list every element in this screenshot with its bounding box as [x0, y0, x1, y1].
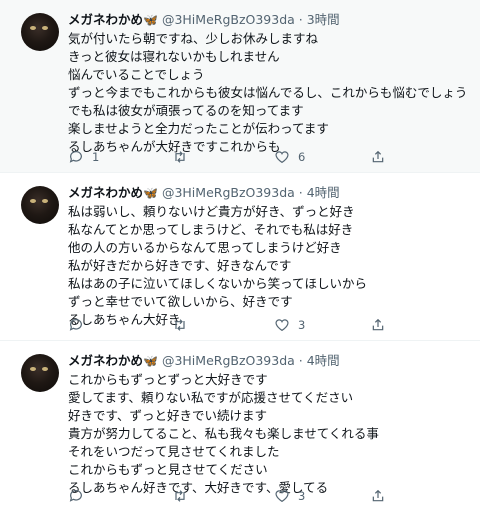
tweet-text-line: ずっと幸せでいて欲しいから、好きです: [68, 294, 293, 309]
tweet-text-line: 愛してます、頼りない私ですが応援させてください: [68, 390, 354, 405]
tweet-text-line: 私なんてとか思ってしまうけど、それでも私は好き: [68, 222, 354, 237]
display-name[interactable]: メガネわかめ: [68, 353, 143, 368]
reply-button[interactable]: [68, 487, 92, 505]
like-count: 6: [298, 150, 306, 164]
tweet-text: 気が付いたら朝ですね、少しお休みしますね きっと彼女は寝れないかもしれません 悩んで…: [68, 30, 467, 156]
separator-dot: ·: [294, 12, 307, 27]
avatar[interactable]: [21, 186, 59, 224]
tweet-text-line: 気が付いたら朝ですね、少しお休みしますね: [68, 31, 319, 46]
tweet-text-line: きっと彼女は寝れないかもしれません: [68, 49, 280, 64]
tweet-text-line: 私はあの子に泣いてほしくないから笑ってほしいから: [68, 276, 368, 291]
butterfly-icon: 🦋: [143, 186, 158, 200]
reply-count: 1: [92, 150, 100, 164]
like-button[interactable]: 3: [274, 487, 305, 505]
tweet[interactable]: メガネわかめ🦋 @3HiMeRgBzO393da · 4時間 私は弱いし、頼りな…: [0, 173, 480, 341]
share-button[interactable]: [370, 487, 386, 505]
tweet-text-line: でも私は彼女が頑張ってるのを知ってます: [68, 103, 304, 118]
avatar[interactable]: [21, 13, 59, 51]
tweet-text-line: これからもずっと見させてください: [68, 462, 268, 477]
reply-button[interactable]: [68, 316, 92, 334]
tweet-header: メガネわかめ🦋 @3HiMeRgBzO393da · 4時間: [68, 185, 340, 201]
timestamp[interactable]: 3時間: [307, 12, 340, 27]
tweet-text-line: これからもずっとずっと大好きです: [68, 372, 268, 387]
tweet-text: 私は弱いし、頼りないけど貴方が好き、ずっと好き 私なんてとか思ってしまうけど、それ…: [68, 203, 367, 329]
tweet-text-line: 悩んでいることでしょう: [68, 67, 205, 82]
avatar[interactable]: [21, 354, 59, 392]
tweet[interactable]: メガネわかめ🦋 @3HiMeRgBzO393da · 4時間 これからもずっとず…: [0, 341, 480, 515]
share-icon: [372, 489, 384, 502]
tweet-text-line: 私が好きだから好きです、好きなんです: [68, 258, 292, 273]
timestamp[interactable]: 4時間: [307, 185, 340, 200]
tweet-actions: 3: [68, 487, 448, 505]
user-handle[interactable]: @3HiMeRgBzO393da: [162, 185, 295, 200]
heart-icon: [275, 490, 289, 503]
tweet-text-line: 好きです、ずっと好きでい続けます: [68, 408, 268, 423]
tweet-header: メガネわかめ🦋 @3HiMeRgBzO393da · 4時間: [68, 353, 340, 369]
tweet-header: メガネわかめ🦋 @3HiMeRgBzO393da · 3時間: [68, 12, 340, 28]
heart-icon: [275, 151, 289, 164]
like-button[interactable]: 6: [274, 148, 305, 166]
tweet-actions: 3: [68, 316, 448, 334]
share-icon: [372, 150, 384, 163]
tweet-text-line: ずっと今までもこれからも彼女は悩んでるし、これからも悩むでしょう: [68, 85, 468, 100]
share-button[interactable]: [370, 148, 386, 166]
retweet-button[interactable]: [172, 487, 196, 505]
retweet-icon: [175, 151, 185, 163]
display-name[interactable]: メガネわかめ: [68, 185, 143, 200]
user-handle[interactable]: @3HiMeRgBzO393da: [162, 12, 295, 27]
tweet-text-line: 楽しませようと全力だったことが伝わってます: [68, 121, 329, 136]
retweet-icon: [175, 490, 185, 502]
tweet[interactable]: メガネわかめ🦋 @3HiMeRgBzO393da · 3時間 気が付いたら朝です…: [0, 0, 480, 173]
share-icon: [372, 318, 384, 331]
user-handle[interactable]: @3HiMeRgBzO393da: [162, 353, 295, 368]
reply-button[interactable]: 1: [68, 148, 99, 166]
tweet-actions: 1 6: [68, 148, 448, 166]
tweet-text-line: 私は弱いし、頼りないけど貴方が好き、ずっと好き: [68, 204, 355, 219]
separator-dot: ·: [294, 353, 307, 368]
tweet-text: これからもずっとずっと大好きです愛してます、頼りない私ですが応援させてください好…: [68, 371, 379, 497]
reply-icon: [69, 319, 82, 331]
reply-icon: [69, 151, 82, 163]
timeline-feed: メガネわかめ🦋 @3HiMeRgBzO393da · 3時間 気が付いたら朝です…: [0, 0, 480, 515]
like-count: 3: [298, 318, 306, 332]
retweet-button[interactable]: [172, 316, 196, 334]
retweet-button[interactable]: [172, 148, 196, 166]
display-name[interactable]: メガネわかめ: [68, 12, 143, 27]
tweet-text-line: それをいつだって見させてくれました: [68, 444, 280, 459]
like-button[interactable]: 3: [274, 316, 305, 334]
butterfly-icon: 🦋: [143, 354, 158, 368]
separator-dot: ·: [294, 185, 307, 200]
timestamp[interactable]: 4時間: [307, 353, 340, 368]
reply-icon: [69, 490, 82, 502]
heart-icon: [275, 319, 289, 332]
tweet-text-line: 他の人の方いるからなんて思ってしまうけど好き: [68, 240, 342, 255]
share-button[interactable]: [370, 316, 386, 334]
like-count: 3: [298, 489, 306, 503]
retweet-icon: [175, 319, 185, 331]
butterfly-icon: 🦋: [143, 13, 158, 27]
tweet-text-line: 貴方が努力してること、私も我々も楽しませてくれる事: [68, 426, 379, 441]
